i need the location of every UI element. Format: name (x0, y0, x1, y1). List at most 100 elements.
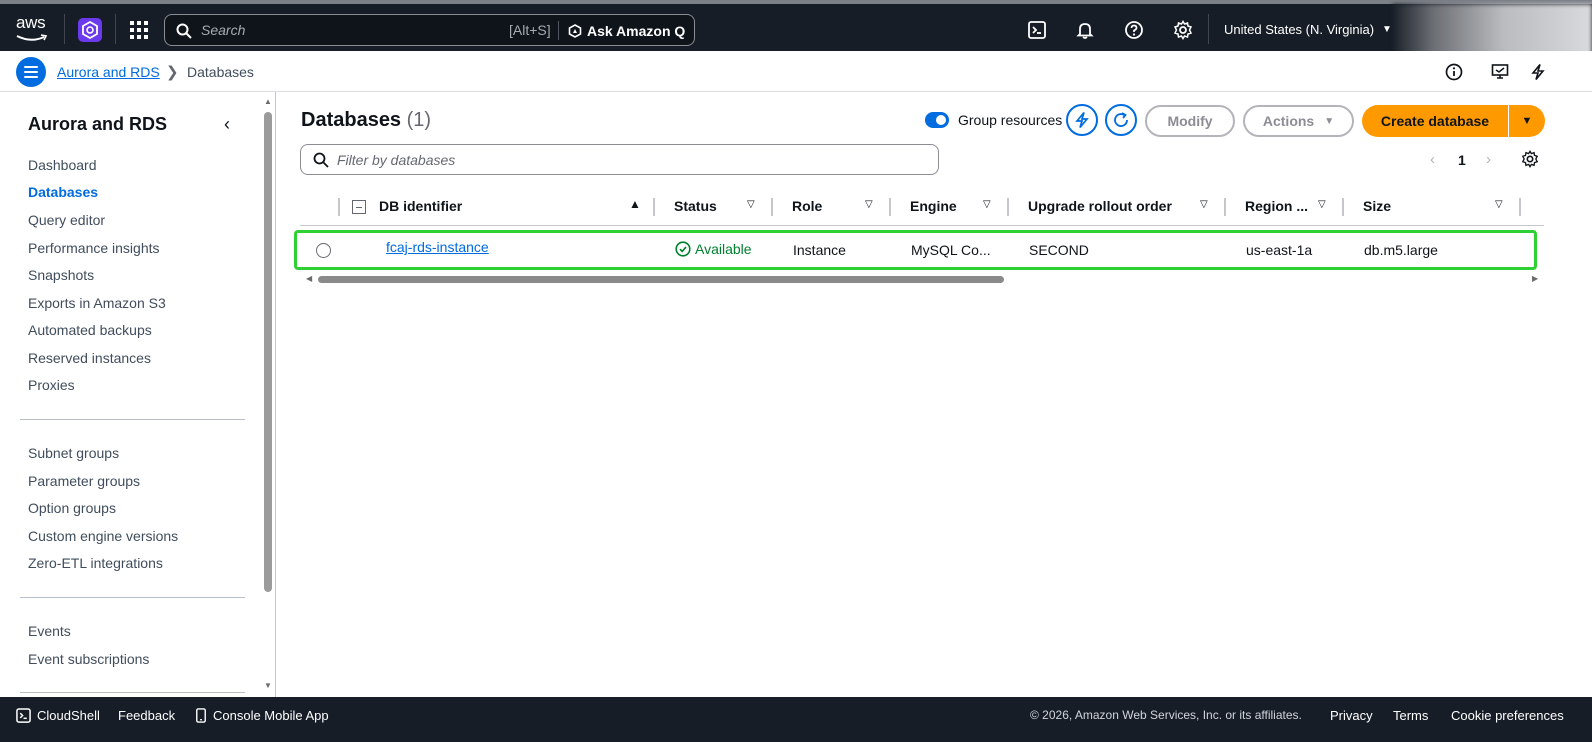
row-select-radio[interactable] (316, 243, 331, 258)
sort-ascending-icon[interactable]: ▲ (629, 197, 641, 211)
side-nav-item-automated-backups[interactable]: Automated backups (28, 322, 152, 338)
side-nav-item-zero-etl[interactable]: Zero-ETL integrations (28, 555, 163, 571)
ask-amazon-q-label: Ask Amazon Q (587, 23, 686, 39)
create-database-dropdown-button[interactable]: ▼ (1509, 105, 1545, 137)
sidebar-scrollbar[interactable] (264, 112, 272, 592)
pagination-current-page[interactable]: 1 (1458, 152, 1466, 168)
breadcrumb-parent-link[interactable]: Aurora and RDS (57, 64, 160, 80)
column-header-status[interactable]: Status (674, 198, 717, 214)
breadcrumb-chevron-icon: ❯ (166, 64, 179, 81)
side-nav-item-snapshots[interactable]: Snapshots (28, 267, 94, 283)
side-nav-item-subnet-groups[interactable]: Subnet groups (28, 445, 119, 461)
actions-dropdown-button[interactable]: Actions ▼ (1243, 105, 1354, 137)
table-row[interactable]: fcaj-rds-instance Available Instance MyS… (294, 230, 1537, 270)
column-header-region[interactable]: Region ... (1245, 198, 1308, 214)
column-header-db-identifier[interactable]: DB identifier (379, 198, 462, 214)
side-nav-item-proxies[interactable]: Proxies (28, 377, 75, 393)
side-nav-item-reserved-instances[interactable]: Reserved instances (28, 350, 151, 366)
tutorial-panel-icon[interactable] (1491, 63, 1509, 81)
sort-caret-icon[interactable]: ▽ (747, 199, 755, 210)
footer-privacy-link[interactable]: Privacy (1330, 708, 1373, 723)
global-search-input[interactable]: Search [Alt+S] Ask Amazon Q (164, 14, 695, 46)
engine-cell: MySQL Co... (911, 242, 991, 258)
sort-caret-icon[interactable]: ▽ (865, 199, 873, 210)
side-nav-item-custom-engine-versions[interactable]: Custom engine versions (28, 528, 178, 544)
table-horizontal-scrollbar[interactable] (318, 276, 1004, 283)
column-separator (889, 198, 891, 216)
refresh-button[interactable] (1105, 104, 1137, 136)
column-header-role[interactable]: Role (792, 198, 822, 214)
aws-logo[interactable]: aws (16, 14, 48, 42)
collapse-all-icon[interactable] (352, 200, 366, 214)
help-icon[interactable] (1124, 20, 1144, 40)
group-resources-toggle[interactable] (925, 112, 949, 128)
column-separator (1007, 198, 1009, 216)
breadcrumb-current: Databases (187, 64, 254, 80)
modify-button[interactable]: Modify (1145, 105, 1235, 137)
side-nav-item-dashboard[interactable]: Dashboard (28, 157, 97, 173)
cloudshell-icon (16, 708, 31, 723)
footer-cookie-preferences-link[interactable]: Cookie preferences (1451, 708, 1564, 723)
footer-mobile-app-link[interactable]: Console Mobile App (195, 708, 329, 723)
main-content: Databases (1) Group resources Modify Act… (277, 92, 1592, 697)
footer-terms-link[interactable]: Terms (1393, 708, 1428, 723)
column-header-size[interactable]: Size (1363, 198, 1391, 214)
modify-button-label: Modify (1167, 113, 1213, 129)
group-resources-label: Group resources (958, 112, 1063, 128)
page-title: Databases (1) (301, 109, 431, 132)
sort-caret-icon[interactable]: ▽ (1200, 199, 1208, 210)
side-nav-item-databases[interactable]: Databases (28, 184, 98, 200)
side-nav-item-events[interactable]: Events (28, 623, 71, 639)
db-identifier-link[interactable]: fcaj-rds-instance (386, 239, 489, 255)
info-icon[interactable] (1445, 63, 1463, 81)
pagination-next-icon[interactable]: › (1486, 151, 1491, 168)
filter-databases-input[interactable]: Filter by databases (300, 144, 939, 175)
side-nav-title[interactable]: Aurora and RDS (28, 114, 167, 135)
cloudshell-icon[interactable] (1027, 20, 1047, 40)
nav-divider (64, 14, 65, 44)
side-nav-item-query-editor[interactable]: Query editor (28, 212, 105, 228)
sort-caret-icon[interactable]: ▽ (1318, 199, 1326, 210)
amazon-q-app-icon[interactable] (78, 18, 102, 42)
pagination-previous-icon[interactable]: ‹ (1430, 151, 1435, 168)
services-grid-icon[interactable] (130, 21, 148, 39)
region-selector[interactable]: United States (N. Virginia) ▼ (1224, 22, 1392, 37)
scroll-up-arrow-icon[interactable]: ▲ (264, 97, 272, 106)
footer-feedback-link[interactable]: Feedback (118, 708, 175, 723)
scroll-right-arrow-icon[interactable]: ▶ (1532, 274, 1538, 283)
account-menu-blurred[interactable] (1393, 4, 1592, 55)
column-header-engine[interactable]: Engine (910, 198, 957, 214)
notifications-bell-icon[interactable] (1075, 20, 1095, 40)
table-preferences-gear-icon[interactable] (1521, 150, 1539, 168)
size-cell: db.m5.large (1364, 242, 1438, 258)
side-nav-item-option-groups[interactable]: Option groups (28, 500, 116, 516)
page-title-text: Databases (301, 109, 402, 131)
scroll-left-arrow-icon[interactable]: ◀ (306, 274, 312, 283)
column-separator (1519, 198, 1521, 216)
sort-caret-icon[interactable]: ▽ (983, 199, 991, 210)
region-label: United States (N. Virginia) (1224, 22, 1375, 37)
caret-down-icon: ▼ (1521, 115, 1533, 127)
settings-gear-icon[interactable] (1173, 20, 1193, 40)
quick-actions-button[interactable] (1066, 104, 1098, 136)
sort-caret-icon[interactable]: ▽ (1495, 199, 1503, 210)
column-separator (653, 198, 655, 216)
ask-amazon-q-button[interactable]: Ask Amazon Q (568, 20, 685, 42)
breadcrumb-bar: Aurora and RDS ❯ Databases (0, 51, 1592, 92)
search-icon (313, 152, 329, 168)
nav-divider (1208, 14, 1209, 44)
quick-action-bolt-icon[interactable] (1529, 63, 1547, 81)
aws-logo-text: aws (16, 13, 46, 32)
side-nav-item-exports-s3[interactable]: Exports in Amazon S3 (28, 295, 166, 311)
side-nav-item-performance-insights[interactable]: Performance insights (28, 240, 160, 256)
footer-cloudshell-link[interactable]: CloudShell (16, 708, 100, 723)
scroll-down-arrow-icon[interactable]: ▼ (264, 681, 272, 690)
side-nav-item-event-subscriptions[interactable]: Event subscriptions (28, 651, 149, 667)
column-header-upgrade-rollout-order[interactable]: Upgrade rollout order (1028, 198, 1172, 214)
navigation-menu-button[interactable] (16, 57, 46, 87)
side-nav-divider (20, 692, 245, 693)
resource-count: (1) (406, 109, 432, 131)
side-nav-item-parameter-groups[interactable]: Parameter groups (28, 473, 140, 489)
collapse-chevron-icon[interactable]: ‹ (224, 114, 230, 135)
create-database-button[interactable]: Create database (1362, 105, 1508, 137)
